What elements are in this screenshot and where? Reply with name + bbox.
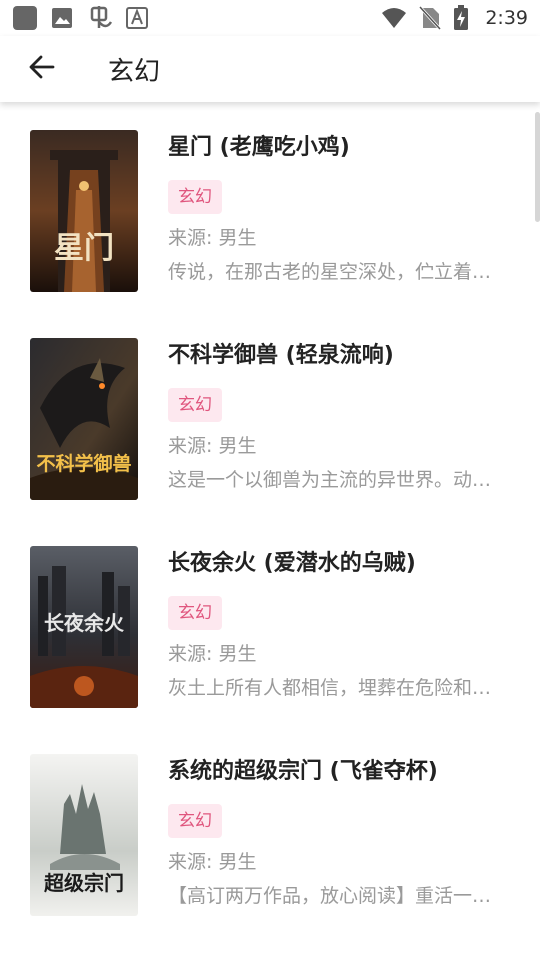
svg-text:超级宗门: 超级宗门 — [43, 871, 124, 895]
svg-text:星门: 星门 — [54, 231, 114, 266]
battery-charging-icon — [453, 5, 469, 31]
genre-tag: 玄幻 — [168, 388, 222, 422]
book-description: 【高订两万作品，放心阅读】重活一世，获得系统 — [168, 885, 502, 907]
book-description: 传说，在那古老的星空深处，伫立着一道血与火侵染的红色之门 — [168, 261, 502, 283]
book-info: 长夜余火 (爱潜水的乌贼) 玄幻 来源: 男生 灰土上所有人都相信，埋葬在危险和… — [168, 546, 508, 702]
image-icon — [50, 6, 74, 30]
book-item[interactable]: 星门 星门 (老鹰吃小鸡) 玄幻 来源: 男生 传说，在那古老的星空深处，伫立着… — [0, 130, 540, 338]
svg-text:长夜余火: 长夜余火 — [44, 611, 125, 635]
book-description: 这是一个以御兽为主流的异世界。动物、植物、妖魔、精灵 — [168, 469, 502, 491]
status-time: 2:39 — [485, 7, 528, 29]
book-source: 来源: 男生 — [168, 435, 257, 457]
book-title: 长夜余火 (爱潜水的乌贼) — [168, 551, 416, 576]
book-info: 不科学御兽 (轻泉流响) 玄幻 来源: 男生 这是一个以御兽为主流的异世界。动物… — [168, 338, 508, 494]
status-bar-left — [12, 4, 148, 32]
book-info: 星门 (老鹰吃小鸡) 玄幻 来源: 男生 传说，在那古老的星空深处，伫立着一道血… — [168, 130, 508, 286]
svg-text:不科学御兽: 不科学御兽 — [36, 452, 131, 475]
genre-tag: 玄幻 — [168, 596, 222, 630]
book-source: 来源: 男生 — [168, 643, 257, 665]
book-list[interactable]: 星门 星门 (老鹰吃小鸡) 玄幻 来源: 男生 传说，在那古老的星空深处，伫立着… — [0, 102, 540, 960]
book-cover: 长夜余火 — [30, 546, 138, 708]
book-title: 星门 (老鹰吃小鸡) — [168, 135, 350, 160]
status-bar: 2:39 — [0, 0, 540, 36]
book-item[interactable]: 长夜余火 长夜余火 (爱潜水的乌贼) 玄幻 来源: 男生 灰土上所有人都相信，埋… — [0, 546, 540, 754]
genre-tag: 玄幻 — [168, 804, 222, 838]
wifi-icon — [381, 7, 407, 29]
page-title: 玄幻 — [108, 56, 161, 87]
book-title: 不科学御兽 (轻泉流响) — [168, 343, 394, 368]
arrow-left-icon — [28, 53, 56, 85]
bug-app-icon — [86, 4, 114, 32]
book-item[interactable]: 不科学御兽 不科学御兽 (轻泉流响) 玄幻 来源: 男生 这是一个以御兽为主流的… — [0, 338, 540, 546]
status-bar-right: 2:39 — [381, 5, 528, 31]
genre-tag: 玄幻 — [168, 180, 222, 214]
no-sim-icon — [419, 6, 442, 30]
font-a-icon — [126, 7, 148, 29]
book-title: 系统的超级宗门 (飞雀夺杯) — [168, 759, 438, 784]
book-source: 来源: 男生 — [168, 851, 257, 873]
book-item[interactable]: 超级宗门 系统的超级宗门 (飞雀夺杯) 玄幻 来源: 男生 【高订两万作品，放心… — [0, 754, 540, 960]
back-button[interactable] — [20, 47, 64, 91]
book-cover: 不科学御兽 — [30, 338, 138, 500]
book-cover: 超级宗门 — [30, 754, 138, 916]
book-description: 灰土上所有人都相信，埋葬在危险和绝望中的古老城市 — [168, 677, 502, 699]
book-info: 系统的超级宗门 (飞雀夺杯) 玄幻 来源: 男生 【高订两万作品，放心阅读】重活… — [168, 754, 508, 910]
book-cover: 星门 — [30, 130, 138, 292]
app-bar: 玄幻 — [0, 36, 540, 102]
book-source: 来源: 男生 — [168, 227, 257, 249]
app-square-icon — [12, 5, 38, 31]
